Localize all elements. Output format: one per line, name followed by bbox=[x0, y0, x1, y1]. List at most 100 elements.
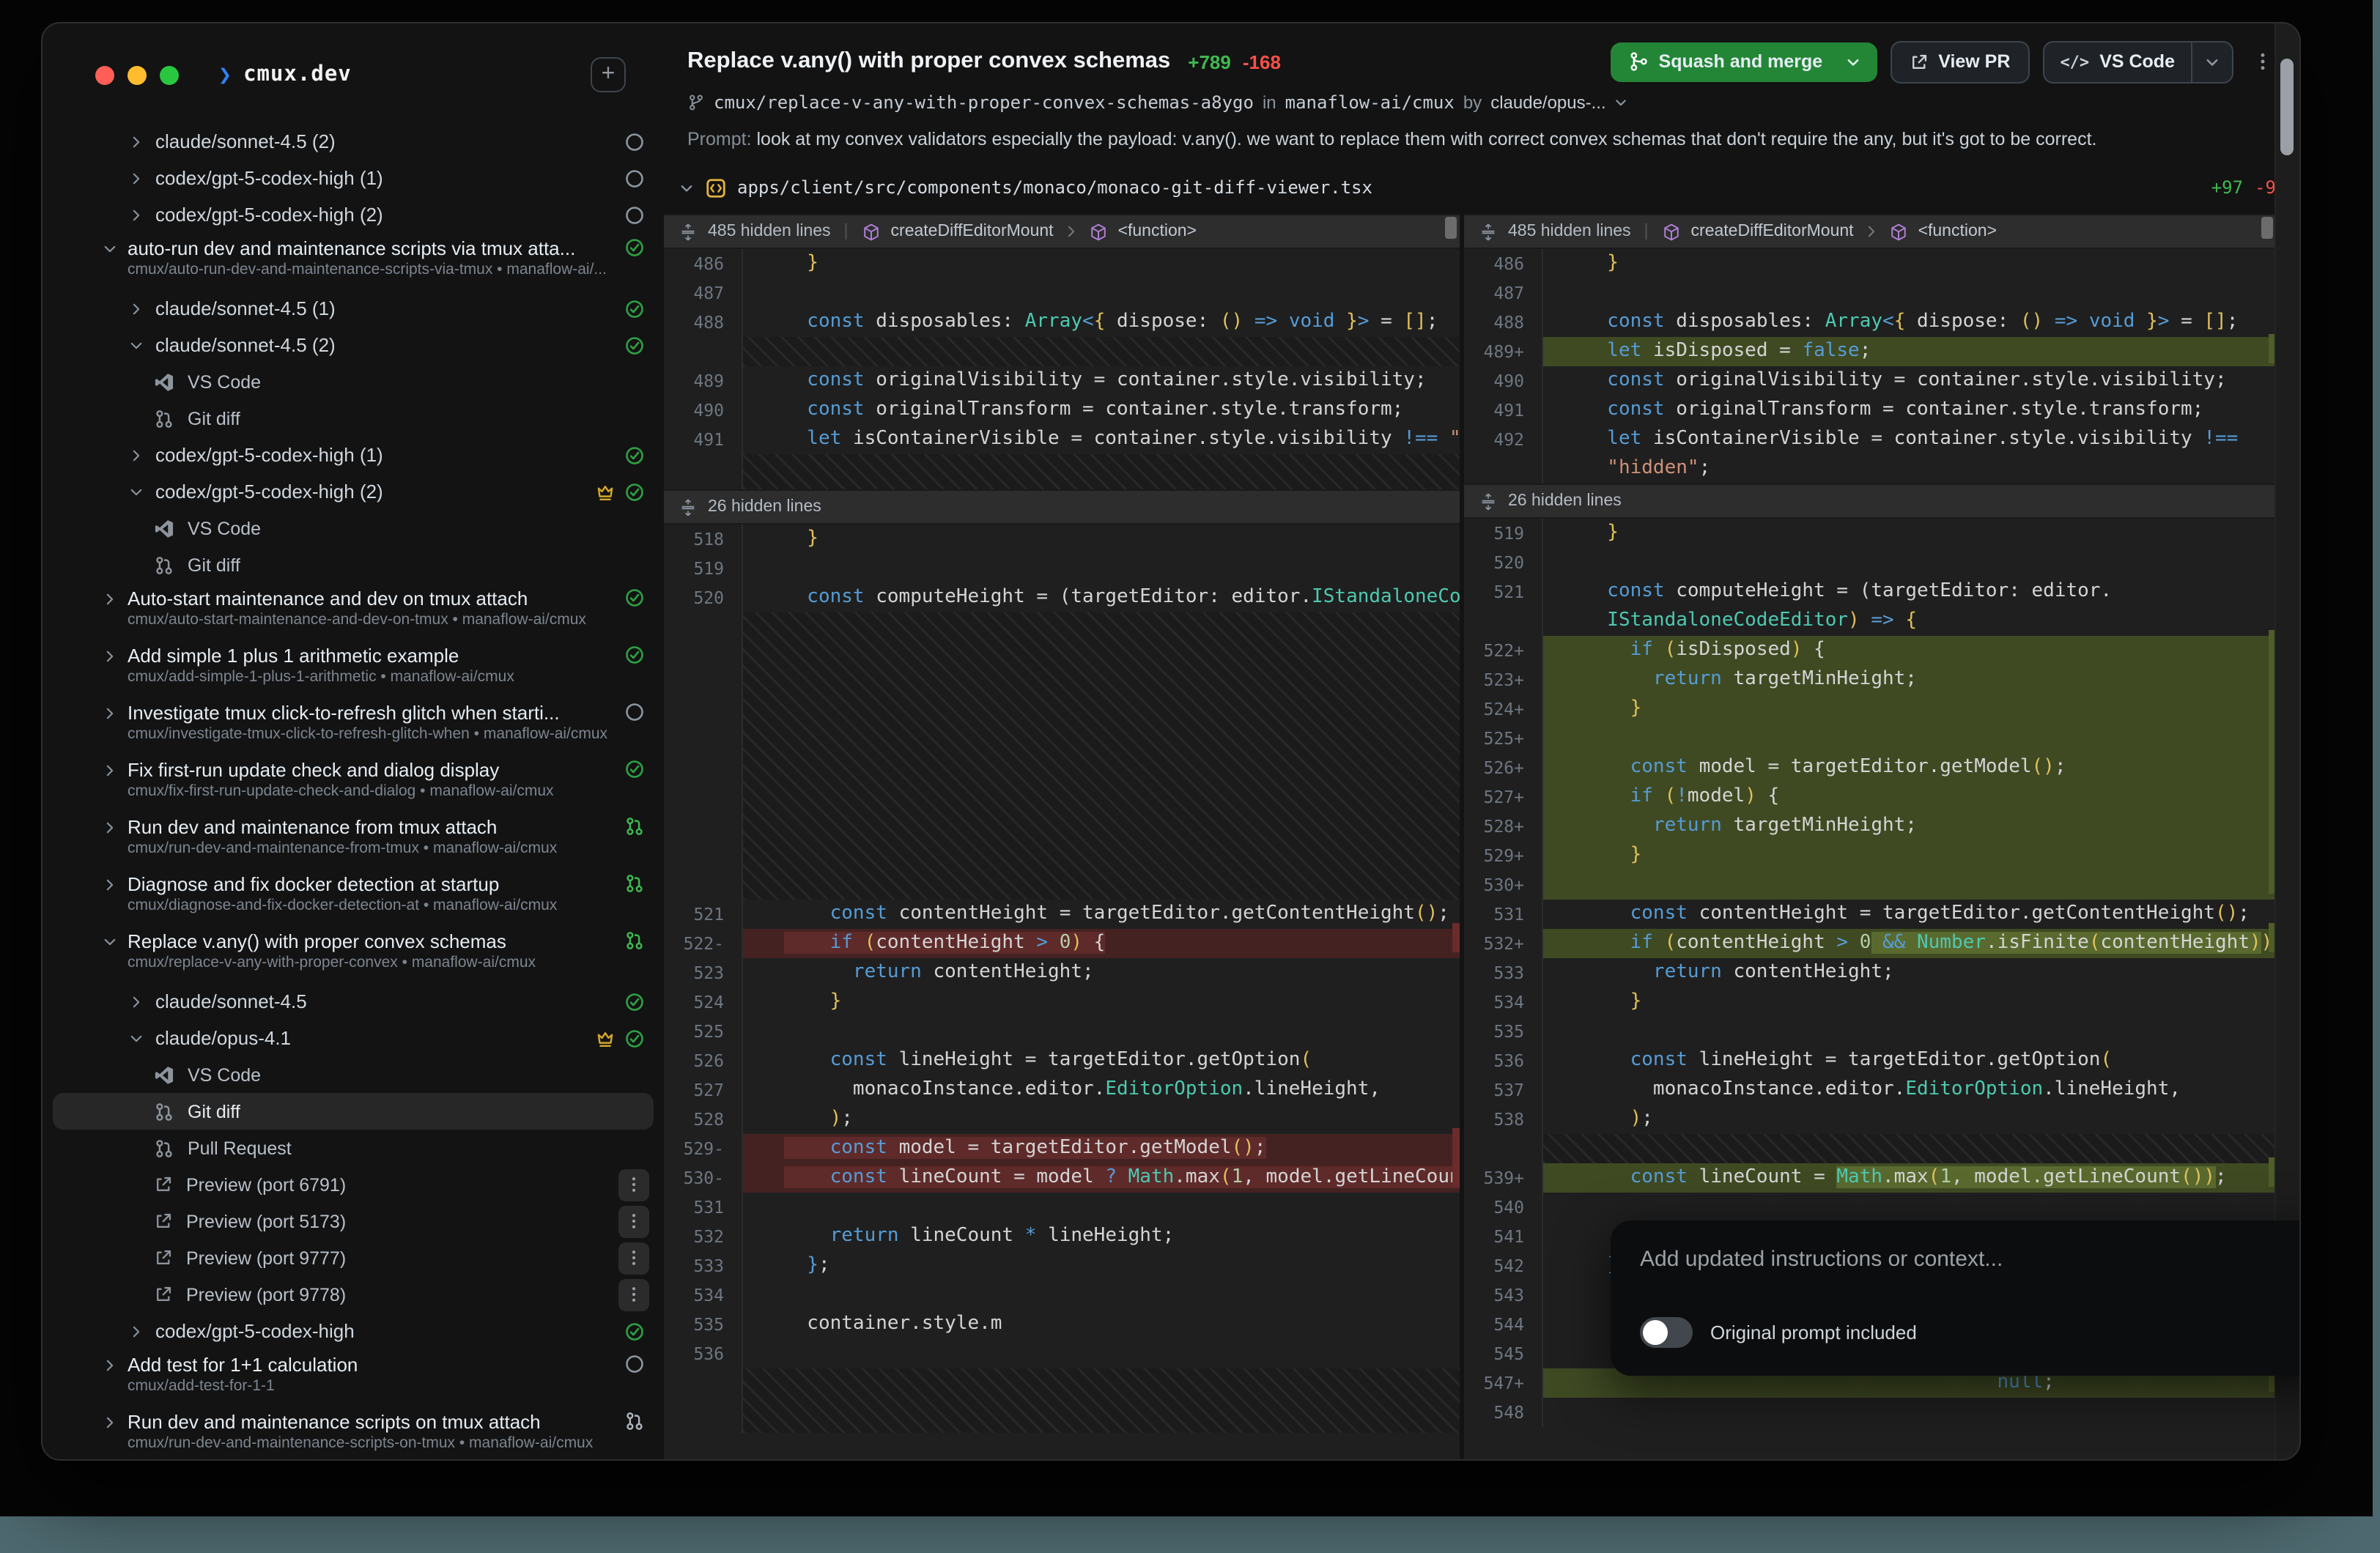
sidebar-branch-item[interactable]: claude/opus-4.1 bbox=[42, 1020, 664, 1056]
minimize-window-button[interactable] bbox=[128, 65, 147, 84]
code-line[interactable]: 534 } bbox=[1464, 987, 2276, 1017]
chevron-right-icon[interactable] bbox=[128, 207, 145, 222]
sidebar-action-preview-port-9777-[interactable]: Preview (port 9777) bbox=[42, 1239, 664, 1276]
hidden-lines-expander[interactable]: 26 hidden lines bbox=[1464, 483, 2276, 519]
code-line[interactable]: 548 bbox=[1464, 1398, 2276, 1427]
sidebar-task-item[interactable]: Replace v.any() with proper convex schem… bbox=[42, 926, 664, 983]
code-line[interactable]: 531 bbox=[664, 1193, 1460, 1222]
window-scrollbar-thumb[interactable] bbox=[2280, 59, 2294, 155]
squash-and-merge-button[interactable]: Squash and merge bbox=[1611, 42, 1877, 81]
sidebar-action-git-diff[interactable]: Git diff bbox=[53, 1093, 654, 1130]
code-line[interactable]: 521 const computeHeight = (targetEditor:… bbox=[1464, 577, 2276, 607]
sidebar-action-vs-code[interactable]: VS Code bbox=[42, 1056, 664, 1093]
chevron-right-icon[interactable] bbox=[101, 592, 119, 607]
sidebar-task-item[interactable]: Auto-start maintenance and dev on tmux a… bbox=[42, 583, 664, 640]
pane-scrollbar-thumb[interactable] bbox=[1445, 217, 1457, 239]
sidebar-action-vs-code[interactable]: VS Code bbox=[42, 363, 664, 400]
code-line[interactable]: IStandaloneCodeEditor) => { bbox=[1464, 607, 2276, 636]
sidebar-action-git-diff[interactable]: Git diff bbox=[42, 400, 664, 437]
chevron-right-icon[interactable] bbox=[128, 1324, 145, 1338]
sidebar-branch-item[interactable]: codex/gpt-5-codex-high (1) bbox=[42, 160, 664, 196]
code-line[interactable]: 532+ if (contentHeight > 0 && Number.isF… bbox=[1464, 929, 2276, 958]
chevron-right-icon[interactable] bbox=[101, 1358, 119, 1373]
code-line[interactable]: 487 bbox=[664, 278, 1460, 308]
pane-scrollbar-thumb[interactable] bbox=[2261, 217, 2273, 239]
code-line[interactable]: "hidden"; bbox=[1464, 454, 2276, 483]
code-line[interactable]: 490 const originalVisibility = container… bbox=[1464, 366, 2276, 396]
vscode-options-chevron-icon[interactable] bbox=[2191, 42, 2232, 81]
code-line[interactable]: 520 bbox=[1464, 548, 2276, 577]
sidebar-action-preview-port-9778-[interactable]: Preview (port 9778) bbox=[42, 1276, 664, 1313]
sidebar-task-item[interactable]: Add test for 1+1 calculationcmux/add-tes… bbox=[42, 1349, 664, 1406]
code-line[interactable]: 529- const model = targetEditor.getModel… bbox=[664, 1134, 1460, 1163]
hidden-lines-expander[interactable]: 485 hidden lines|createDiffEditorMount<f… bbox=[1464, 214, 2276, 249]
symbol-breadcrumb[interactable]: <function> bbox=[1918, 223, 1997, 240]
code-line[interactable]: 486 } bbox=[1464, 249, 2276, 278]
chevron-right-icon[interactable] bbox=[101, 878, 119, 892]
code-line[interactable]: 523 return contentHeight; bbox=[664, 958, 1460, 987]
code-line[interactable]: 535 bbox=[1464, 1017, 2276, 1046]
code-line[interactable]: 527 monacoInstance.editor.EditorOption.l… bbox=[664, 1075, 1460, 1105]
code-line[interactable]: 530- const lineCount = model ? Math.max(… bbox=[664, 1163, 1460, 1193]
sidebar-action-pull-request[interactable]: Pull Request bbox=[42, 1130, 664, 1166]
code-line[interactable]: 532 return lineCount * lineHeight; bbox=[664, 1222, 1460, 1251]
chevron-right-icon[interactable] bbox=[128, 171, 145, 185]
chevron-right-icon[interactable] bbox=[101, 763, 119, 778]
code-line[interactable]: 530+ bbox=[1464, 870, 2276, 900]
sidebar-branch-item[interactable]: claude/sonnet-4.5 bbox=[42, 983, 664, 1020]
chevron-down-icon[interactable] bbox=[128, 484, 145, 499]
chevron-down-icon[interactable] bbox=[128, 1031, 145, 1045]
repo-name[interactable]: manaflow-ai/cmux bbox=[1285, 92, 1455, 113]
sidebar-task-item[interactable]: auto-run dev and maintenance scripts via… bbox=[42, 233, 664, 290]
symbol-breadcrumb[interactable]: <function> bbox=[1118, 223, 1197, 240]
symbol-breadcrumb[interactable]: createDiffEditorMount bbox=[1691, 223, 1854, 240]
sidebar-branch-item[interactable]: claude/sonnet-4.5 (2) bbox=[42, 327, 664, 363]
code-line[interactable]: 528 ); bbox=[664, 1105, 1460, 1134]
sidebar-task-item[interactable]: Fix first-run update check and dialog di… bbox=[42, 755, 664, 812]
chevron-right-icon[interactable] bbox=[128, 134, 145, 149]
agent-selector[interactable]: claude/opus-... bbox=[1490, 92, 1627, 113]
sidebar-branch-item[interactable]: codex/gpt-5-codex-high (1) bbox=[42, 437, 664, 473]
code-line[interactable]: 535 container.style.m bbox=[664, 1310, 1460, 1339]
code-line[interactable]: 539+ const lineCount = Math.max(1, model… bbox=[1464, 1163, 2276, 1193]
sidebar-branch-item[interactable]: claude/sonnet-4.5 (2) bbox=[42, 123, 664, 160]
code-line[interactable]: 537 monacoInstance.editor.EditorOption.l… bbox=[1464, 1075, 2276, 1105]
code-line[interactable]: 524+ } bbox=[1464, 694, 2276, 724]
preview-menu-button[interactable] bbox=[618, 1205, 649, 1237]
chevron-right-icon[interactable] bbox=[128, 301, 145, 316]
code-line[interactable]: 487 bbox=[1464, 278, 2276, 308]
sidebar-branch-item[interactable]: codex/gpt-5-codex-high bbox=[42, 1313, 664, 1349]
more-actions-button[interactable] bbox=[2252, 51, 2273, 72]
code-line[interactable]: 490 const originalTransform = container.… bbox=[664, 396, 1460, 425]
code-line[interactable]: 519 } bbox=[1464, 519, 2276, 548]
code-line[interactable]: 526+ const model = targetEditor.getModel… bbox=[1464, 753, 2276, 782]
chevron-right-icon[interactable] bbox=[101, 1415, 119, 1430]
code-line[interactable]: 525+ bbox=[1464, 724, 2276, 753]
file-row[interactable]: apps/client/src/components/monaco/monaco… bbox=[664, 170, 2299, 205]
code-line[interactable]: 538 ); bbox=[1464, 1105, 2276, 1134]
sidebar-task-item[interactable]: Run dev and maintenance scripts on tmux … bbox=[42, 1406, 664, 1459]
original-prompt-toggle[interactable] bbox=[1640, 1317, 1693, 1348]
chevron-right-icon[interactable] bbox=[101, 706, 119, 721]
code-line[interactable]: 491 const originalTransform = container.… bbox=[1464, 396, 2276, 425]
code-line[interactable]: 531 const contentHeight = targetEditor.g… bbox=[1464, 900, 2276, 929]
preview-menu-button[interactable] bbox=[618, 1278, 649, 1311]
new-task-button[interactable]: + bbox=[591, 57, 626, 92]
sidebar-branch-item[interactable]: codex/gpt-5-codex-high (2) bbox=[42, 196, 664, 233]
code-line[interactable]: 524 } bbox=[664, 987, 1460, 1017]
sidebar-action-preview-port-6791-[interactable]: Preview (port 6791) bbox=[42, 1166, 664, 1203]
sidebar-action-vs-code[interactable]: VS Code bbox=[42, 510, 664, 546]
code-line[interactable]: 540 bbox=[1464, 1193, 2276, 1222]
chevron-right-icon[interactable] bbox=[128, 448, 145, 462]
hidden-lines-expander[interactable]: 485 hidden lines|createDiffEditorMount<f… bbox=[664, 214, 1460, 249]
code-line[interactable]: 520 const computeHeight = (targetEditor:… bbox=[664, 583, 1460, 612]
chevron-down-icon[interactable] bbox=[128, 338, 145, 352]
instructions-input[interactable]: Add updated instructions or context... bbox=[1640, 1247, 2301, 1272]
view-pr-button[interactable]: View PR bbox=[1890, 40, 2029, 83]
preview-menu-button[interactable] bbox=[618, 1242, 649, 1274]
code-line[interactable]: 536 const lineHeight = targetEditor.getO… bbox=[1464, 1046, 2276, 1075]
zoom-window-button[interactable] bbox=[160, 65, 179, 84]
merge-options-chevron-icon[interactable] bbox=[1834, 42, 1871, 81]
code-line[interactable]: 486 } bbox=[664, 249, 1460, 278]
code-line[interactable]: 521 const contentHeight = targetEditor.g… bbox=[664, 900, 1460, 929]
